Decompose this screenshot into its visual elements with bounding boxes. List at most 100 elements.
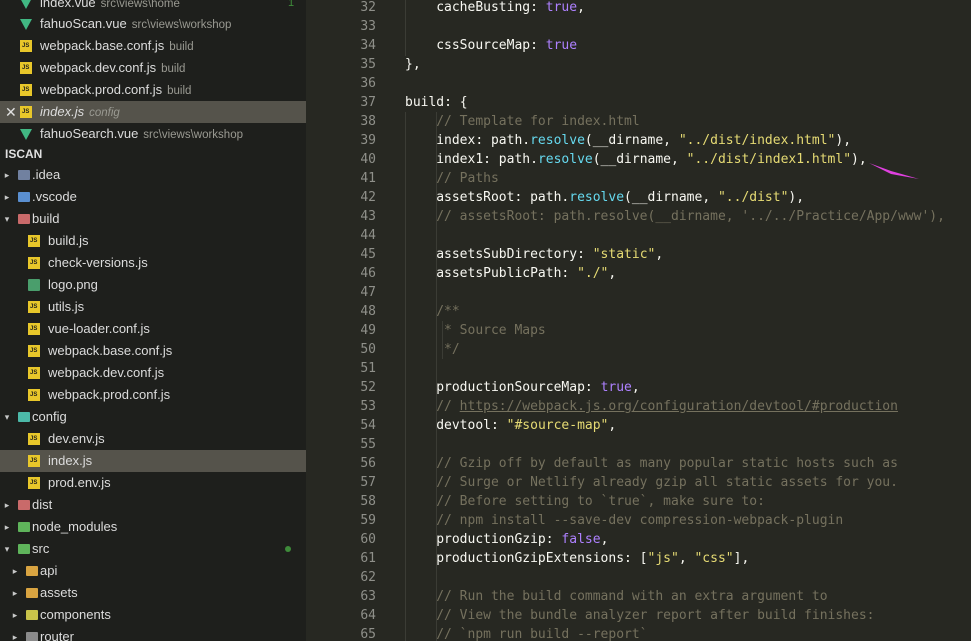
tree-folder[interactable]: ▸ dist <box>0 494 306 516</box>
code-text: productionGzip: false, <box>436 530 608 549</box>
code-token: "../dist" <box>717 190 789 205</box>
tree-file[interactable]: prod.env.js <box>0 472 306 494</box>
chevron-right-icon[interactable]: ▸ <box>10 604 20 626</box>
js-file-icon <box>28 367 40 379</box>
code-line: 55 <box>320 435 971 454</box>
tree-file[interactable]: index.js <box>0 450 306 472</box>
chevron-right-icon[interactable]: ▸ <box>2 186 12 208</box>
comment-link[interactable]: https://webpack.js.org/configuration/dev… <box>460 399 898 414</box>
line-number: 42 <box>360 190 376 205</box>
chevron-down-icon[interactable]: ▾ <box>2 208 12 230</box>
open-editor-item[interactable]: fahuoScan.vue src\views\workshop <box>0 13 306 35</box>
code-token: (__dirname, <box>592 152 687 167</box>
chevron-right-icon[interactable]: ▸ <box>10 560 20 582</box>
code-text: /** <box>436 302 459 321</box>
tree-item-label: utils.js <box>48 299 85 314</box>
line-number: 36 <box>360 76 376 91</box>
code-token: // Run the build command with an extra a… <box>436 589 828 604</box>
code-text: devtool: "#source-map", <box>436 416 616 435</box>
file-path: build <box>169 41 194 53</box>
tree-folder[interactable]: ▸ .vscode <box>0 186 306 208</box>
line-number: 52 <box>360 380 376 395</box>
tree-file[interactable]: build.js <box>0 230 306 252</box>
open-editor-item[interactable]: webpack.base.conf.js build <box>0 35 306 57</box>
chevron-right-icon[interactable]: ▸ <box>2 494 12 516</box>
tree-file[interactable]: check-versions.js <box>0 252 306 274</box>
image-file-icon <box>28 279 40 291</box>
line-number: 64 <box>360 608 376 623</box>
tree-folder[interactable]: ▾ config <box>0 406 306 428</box>
tree-item-label: api <box>40 563 58 578</box>
open-editor-label: index.vue src\views\home <box>40 0 180 14</box>
code-text: // Run the build command with an extra a… <box>436 587 827 606</box>
chevron-right-icon[interactable]: ▸ <box>10 582 20 604</box>
sidebar-scrollbar[interactable] <box>306 0 320 641</box>
tree-folder[interactable]: ▾ build <box>0 208 306 230</box>
open-editor-item[interactable]: webpack.dev.conf.js build <box>0 57 306 79</box>
code-token: // assetsRoot: path.resolve(__dirname, '… <box>436 209 945 224</box>
code-line: 37 build: { <box>320 93 971 112</box>
tree-file[interactable]: webpack.dev.conf.js <box>0 362 306 384</box>
open-editor-item[interactable]: ✕ index.js config <box>0 101 306 123</box>
tree-file[interactable]: webpack.base.conf.js <box>0 340 306 362</box>
file-name: webpack.base.conf.js <box>40 38 165 53</box>
tree-folder[interactable]: ▸ router <box>0 626 306 641</box>
code-line: 51 <box>320 359 971 378</box>
code-token: ), <box>788 190 805 205</box>
code-line: 54 devtool: "#source-map", <box>320 416 971 435</box>
open-editor-item[interactable]: index.vue src\views\home 1 <box>0 0 306 14</box>
tree-item-label: dev.env.js <box>48 431 105 446</box>
code-text: // Template for index.html <box>436 112 640 131</box>
folder-icon <box>26 632 38 641</box>
code-text: // Paths <box>436 169 499 188</box>
tree-file[interactable]: vue-loader.conf.js <box>0 318 306 340</box>
tree-file[interactable]: logo.png <box>0 274 306 296</box>
code-token: assetsPublicPath: <box>436 266 578 281</box>
open-editor-item[interactable]: fahuoSearch.vue src\views\workshop <box>0 123 306 145</box>
code-line: 47 <box>320 283 971 302</box>
line-number: 50 <box>360 342 376 357</box>
file-name: fahuoSearch.vue <box>40 126 139 141</box>
code-token: false <box>561 532 601 547</box>
tree-folder[interactable]: ▸ assets <box>0 582 306 604</box>
code-line: 33 <box>320 17 971 36</box>
open-editor-label: webpack.prod.conf.js build <box>40 79 191 101</box>
line-number: 55 <box>360 437 376 452</box>
chevron-down-icon[interactable]: ▾ <box>2 406 12 428</box>
folder-icon <box>18 412 30 422</box>
chevron-right-icon[interactable]: ▸ <box>2 164 12 186</box>
code-line: 64 // View the bundle analyzer report aft… <box>320 606 971 625</box>
tree-folder[interactable]: ▸ node_modules <box>0 516 306 538</box>
code-token: /** <box>436 304 460 319</box>
code-text: // `npm run build --report` <box>436 625 647 641</box>
indent-guide <box>436 112 437 641</box>
close-icon[interactable]: ✕ <box>5 101 17 123</box>
tree-item-label: build <box>32 211 60 226</box>
folder-icon <box>26 610 38 620</box>
modified-badge: 1 <box>288 0 295 9</box>
folder-icon <box>18 214 30 224</box>
code-text: * Source Maps <box>436 321 546 340</box>
tree-folder[interactable]: ▾ src <box>0 538 306 560</box>
code-text: // Before setting to `true`, make sure t… <box>436 492 765 511</box>
tree-file[interactable]: utils.js <box>0 296 306 318</box>
js-file-icon <box>20 40 32 52</box>
tree-folder[interactable]: ▸ api <box>0 560 306 582</box>
open-editor-item[interactable]: webpack.prod.conf.js build <box>0 79 306 101</box>
project-section-header[interactable]: ISCAN <box>0 145 306 163</box>
tree-item-label: build.js <box>48 233 89 248</box>
code-token: true <box>600 380 632 395</box>
line-number: 56 <box>360 456 376 471</box>
tree-folder[interactable]: ▸ components <box>0 604 306 626</box>
vue-file-icon <box>20 0 32 9</box>
code-token: // Gzip off by default as many popular s… <box>436 456 898 471</box>
tree-file[interactable]: webpack.prod.conf.js <box>0 384 306 406</box>
chevron-right-icon[interactable]: ▸ <box>2 516 12 538</box>
code-editor[interactable]: 32 cacheBusting: true, 33 34 cssSourceMap: t… <box>320 0 971 641</box>
chevron-down-icon[interactable]: ▾ <box>2 538 12 560</box>
line-number: 47 <box>360 285 376 300</box>
code-token: resolve <box>537 152 593 167</box>
tree-folder[interactable]: ▸ .idea <box>0 164 306 186</box>
chevron-right-icon[interactable]: ▸ <box>10 626 20 641</box>
tree-file[interactable]: dev.env.js <box>0 428 306 450</box>
